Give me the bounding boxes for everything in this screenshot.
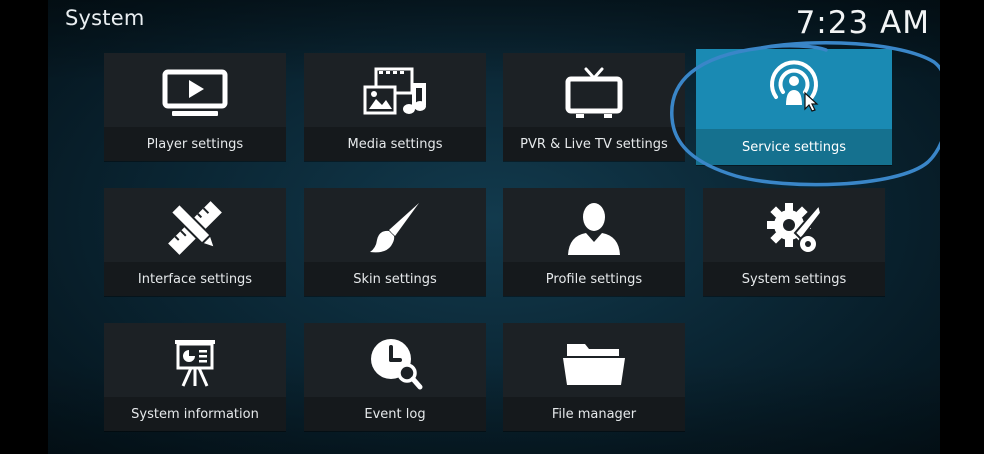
tile-media-settings[interactable]: Media settings xyxy=(304,53,486,161)
media-icon xyxy=(304,63,486,123)
tile-label: Skin settings xyxy=(304,262,486,296)
paintbrush-icon xyxy=(304,198,486,258)
page-title: System xyxy=(65,6,145,30)
folder-icon xyxy=(503,333,685,393)
tile-label: System settings xyxy=(703,262,885,296)
tile-system-settings[interactable]: System settings xyxy=(703,188,885,296)
live-tv-icon xyxy=(503,63,685,123)
tile-event-log[interactable]: Event log xyxy=(304,323,486,431)
tile-file-manager[interactable]: File manager xyxy=(503,323,685,431)
tile-label: File manager xyxy=(503,397,685,431)
clock-search-icon xyxy=(304,333,486,393)
tile-player-settings[interactable]: Player settings xyxy=(104,53,286,161)
tile-label: Profile settings xyxy=(503,262,685,296)
broadcast-user-icon xyxy=(696,57,892,117)
clock: 7:23 AM xyxy=(795,5,930,41)
tile-label: Event log xyxy=(304,397,486,431)
gears-wrench-icon xyxy=(703,198,885,258)
tile-label: System information xyxy=(104,397,286,431)
tile-label: Interface settings xyxy=(104,262,286,296)
pencil-ruler-icon xyxy=(104,198,286,258)
tile-service-settings[interactable]: Service settings xyxy=(696,49,892,165)
tile-profile-settings[interactable]: Profile settings xyxy=(503,188,685,296)
tile-label: Media settings xyxy=(304,127,486,161)
tv-play-icon xyxy=(104,63,286,123)
tile-pvr-live-tv-settings[interactable]: PVR & Live TV settings xyxy=(503,53,685,161)
tile-interface-settings[interactable]: Interface settings xyxy=(104,188,286,296)
tile-skin-settings[interactable]: Skin settings xyxy=(304,188,486,296)
tile-label: PVR & Live TV settings xyxy=(503,127,685,161)
tile-label: Service settings xyxy=(696,129,892,165)
system-screen: System 7:23 AM Player settings Media set… xyxy=(48,0,940,454)
tile-system-information[interactable]: System information xyxy=(104,323,286,431)
tile-label: Player settings xyxy=(104,127,286,161)
presentation-board-icon xyxy=(104,333,286,393)
user-profile-icon xyxy=(503,198,685,258)
